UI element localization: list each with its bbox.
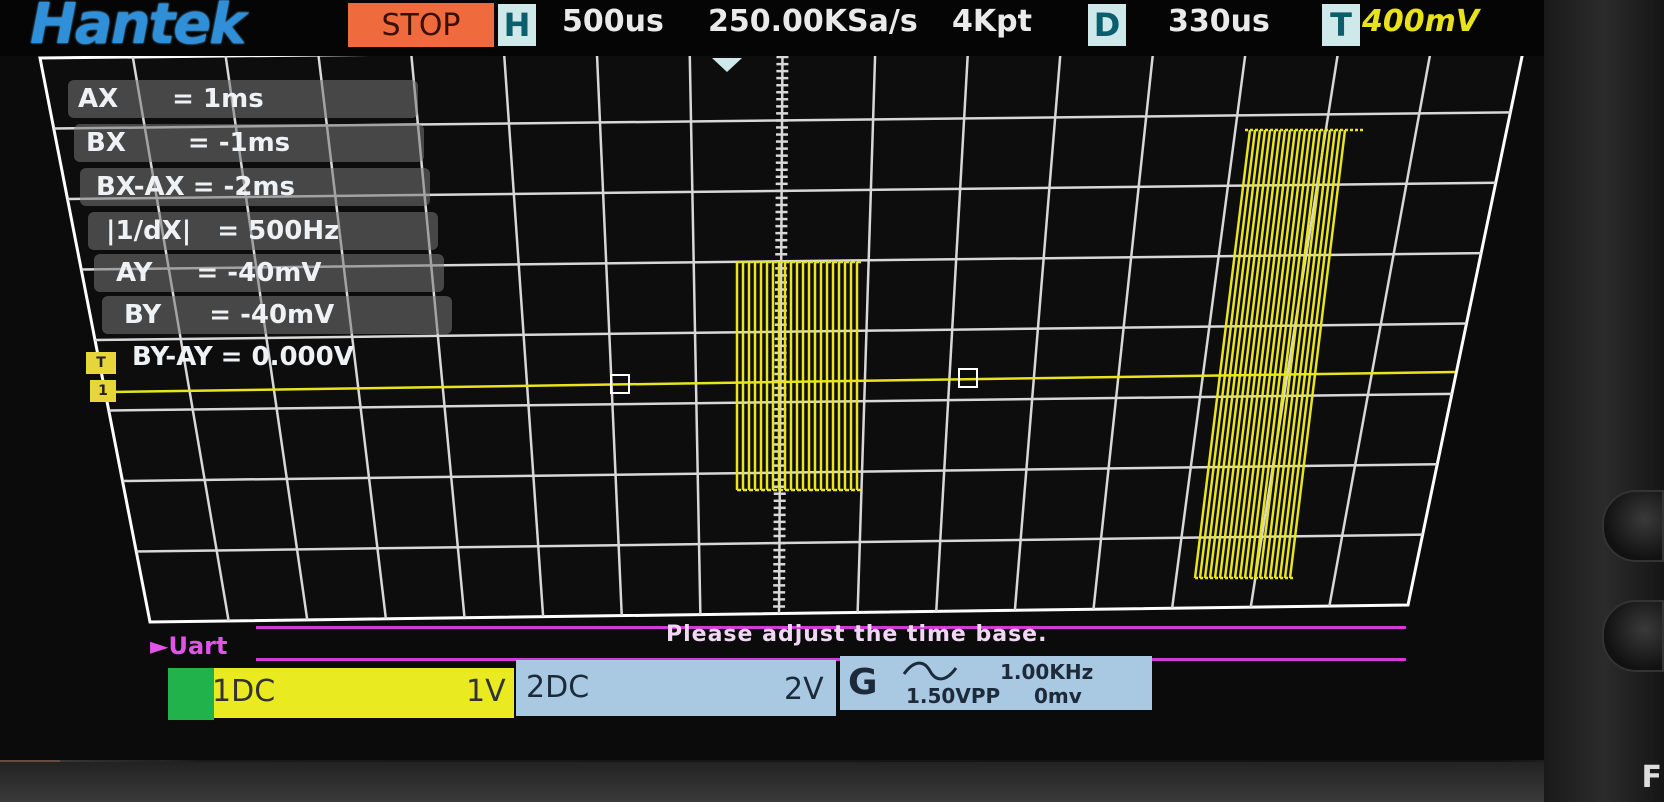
cursor-readout-frequency: |1/dX| = 500Hz [88,212,438,250]
sample-rate-value: 250.00KSa/s [708,4,918,39]
cursor-readout-delta-y: BY-AY = 0.000V [110,338,460,376]
channel-1-ground-marker[interactable]: 1 [90,380,116,402]
trigger-level-marker[interactable]: T [86,352,116,374]
cursor-readout-bx: BX = -1ms [74,124,424,162]
channel-1-coupling: 1DC [212,674,276,709]
channel-1-scale: 1V [466,674,506,709]
delay-key[interactable]: D [1088,4,1126,46]
timebase-value: 500us [562,4,664,39]
sine-wave-icon [902,661,958,681]
decode-message: Please adjust the time base. [666,622,1048,647]
generator-offset: 0mv [1034,684,1082,708]
oscilloscope-screen: Hantek STOP H 500us 250.00KSa/s 4Kpt D 3… [0,0,1664,760]
bezel-right [1544,0,1664,802]
delay-value: 330us [1168,4,1270,39]
cursor-value: = 500Hz [217,216,340,246]
cursor-value: = -40mV [196,258,322,288]
cursor-readout-by: BY = -40mV [102,296,452,334]
channel-2-coupling: 2DC [526,670,590,705]
decode-protocol-label: ►Uart [150,632,228,660]
cursor-value: = 1ms [172,84,264,114]
control-knob[interactable] [1602,490,1664,562]
horizontal-key[interactable]: H [498,4,536,46]
cursor-readout-ay: AY = -40mV [94,254,444,292]
cursor-label: BX-AX [96,172,185,202]
decode-icon: ► [150,632,169,660]
cursor-label: BX [86,128,126,158]
channel-2-scale: 2V [784,672,824,707]
cursor-label: AX [78,84,119,114]
brand-logo: Hantek [30,0,247,57]
bezel-bottom [0,762,1664,802]
run-stop-status[interactable]: STOP [348,3,494,47]
trigger-level-value: 400mV [1362,4,1480,39]
cursor-label: BY [124,300,162,330]
generator-amplitude: 1.50VPP [906,684,1001,708]
memory-depth-value: 4Kpt [952,4,1032,39]
cursor-readout-delta-x: BX-AX = -2ms [80,168,430,206]
trigger-key[interactable]: T [1322,4,1360,46]
cursor-value: = 0.000V [220,342,354,372]
cursor-label: |1/dX| [106,216,192,246]
channel-1-indicator [168,668,214,720]
control-knob[interactable] [1602,600,1664,672]
cursor-label: AY [116,258,153,288]
cursor-value: = -40mV [209,300,335,330]
function-key-label[interactable]: F [1642,760,1663,795]
generator-frequency: 1.00KHz [1000,660,1094,684]
cursor-value: = -1ms [187,128,291,158]
cursor-label: BY-AY [132,342,213,372]
cursor-value: = -2ms [192,172,295,202]
cursor-readout-ax: AX = 1ms [68,80,418,118]
generator-key: G [848,662,878,703]
